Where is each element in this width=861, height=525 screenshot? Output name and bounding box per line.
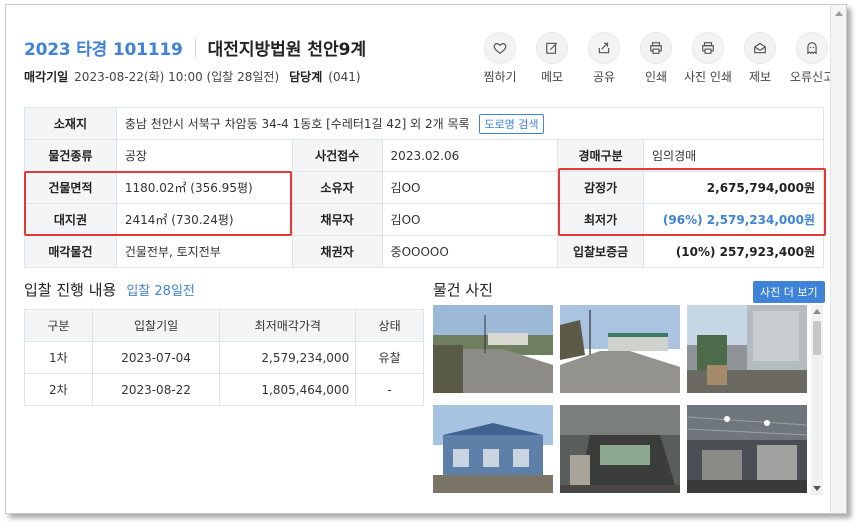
status-cell: - — [355, 373, 424, 406]
min-price-value: (96%) 2,579,234,000원 — [643, 203, 824, 236]
print-label: 인쇄 — [644, 70, 668, 84]
share-button[interactable]: 공유 — [578, 32, 630, 85]
mail-icon — [744, 32, 776, 64]
memo-icon — [536, 32, 568, 64]
memo-label: 메모 — [540, 70, 564, 84]
building-area-value: 1180.02㎡ (356.95평) — [115, 171, 293, 204]
case-number: 2023 타경 101119 — [24, 40, 183, 60]
share-label: 공유 — [592, 70, 616, 84]
property-photo[interactable] — [433, 405, 553, 493]
date-cell: 2023-07-04 — [91, 341, 221, 374]
photo-print-button[interactable]: 사진 인쇄 — [682, 32, 734, 85]
sale-item-label: 매각물건 — [24, 235, 117, 268]
photo-scrollbar[interactable] — [811, 305, 823, 495]
property-photo[interactable] — [687, 405, 807, 493]
window-scrollbar[interactable] — [830, 5, 846, 513]
property-photo[interactable] — [433, 305, 553, 393]
auction-detail-window: 2023 타경 101119 대전지방법원 천안9계 매각기일 2023-08-… — [5, 4, 847, 514]
photo-print-icon — [692, 32, 724, 64]
table-row: 매각물건 건물전부, 토지전부 채권자 중OOOOO 입찰보증금 (10%) 2… — [24, 235, 824, 268]
owner-label: 소유자 — [291, 171, 383, 204]
received-value: 2023.02.06 — [381, 139, 559, 172]
building-area-label: 건물면적 — [24, 171, 117, 204]
deposit-label: 입찰보증금 — [557, 235, 645, 268]
type-label: 물건종류 — [24, 139, 117, 172]
property-photo[interactable] — [560, 305, 680, 393]
dept-value: (041) — [328, 69, 361, 84]
price-cell: 2,579,234,000 — [219, 341, 357, 374]
land-label: 대지권 — [24, 203, 117, 236]
sale-info-row: 매각기일 2023-08-22(화) 10:00 (입찰 28일전) 담당계 (… — [24, 68, 361, 85]
debtor-label: 채무자 — [291, 203, 383, 236]
auction-kind-value: 임의경매 — [643, 139, 824, 172]
location-label: 소재지 — [24, 107, 117, 140]
bid-section-title: 입찰 진행 내용 입찰 28일전 — [24, 279, 195, 300]
appraisal-value: 2,675,794,000원 — [643, 171, 824, 204]
report-label: 제보 — [748, 70, 772, 84]
heart-icon — [484, 32, 516, 64]
scroll-thumb[interactable] — [813, 321, 821, 355]
scroll-down-icon[interactable] — [813, 486, 821, 491]
received-label: 사건접수 — [291, 139, 383, 172]
sale-item-value: 건물전부, 토지전부 — [115, 235, 293, 268]
creditor-value: 중OOOOO — [381, 235, 559, 268]
road-search-button[interactable]: 도로명 검색 — [479, 113, 544, 134]
deposit-value: (10%) 257,923,400원 — [643, 235, 824, 268]
bid-subtitle: 입찰 28일전 — [126, 284, 195, 299]
bid-history-table: 구분 입찰기일 최저매각가격 상태 1차 2023-07-04 2,579,23… — [24, 309, 424, 406]
property-info-table: 소재지 충남 천안시 서북구 차암동 34-4 1동호 [수레터1길 42] 외… — [24, 107, 825, 268]
action-bar: 찜하기 메모 공유 인쇄 사진 인쇄 제보 오류신고 — [474, 32, 838, 85]
col-header: 구분 — [24, 309, 93, 342]
col-header: 상태 — [355, 309, 424, 342]
error-report-label: 오류신고 — [789, 70, 835, 84]
memo-button[interactable]: 메모 — [526, 32, 578, 85]
price-cell: 1,805,464,000 — [219, 373, 357, 406]
table-row: 2차 2023-08-22 1,805,464,000 - — [24, 373, 424, 406]
more-photos-button[interactable]: 사진 더 보기 — [753, 281, 825, 303]
status-cell: 유찰 — [355, 341, 424, 374]
land-value: 2414㎡ (730.24평) — [115, 203, 293, 236]
round-cell: 2차 — [24, 373, 93, 406]
table-row: 대지권 2414㎡ (730.24평) 채무자 김OO 최저가 (96%) 2,… — [24, 203, 824, 236]
sale-date-value: 2023-08-22(화) 10:00 (입찰 28일전) — [74, 70, 280, 84]
owner-value: 김OO — [381, 171, 559, 204]
auction-kind-label: 경매구분 — [557, 139, 645, 172]
table-row: 물건종류 공장 사건접수 2023.02.06 경매구분 임의경매 — [24, 139, 824, 172]
ghost-icon — [796, 32, 828, 64]
type-value: 공장 — [115, 139, 293, 172]
photo-print-label: 사진 인쇄 — [684, 70, 732, 84]
bid-title: 입찰 진행 내용 — [24, 281, 117, 299]
date-cell: 2023-08-22 — [91, 373, 221, 406]
title-divider — [194, 38, 196, 57]
print-icon — [640, 32, 672, 64]
photos-title: 물건 사진 — [433, 281, 493, 299]
scroll-up-icon[interactable] — [813, 309, 821, 314]
court-name: 대전지방법원 천안9계 — [207, 40, 367, 60]
share-icon — [588, 32, 620, 64]
creditor-label: 채권자 — [291, 235, 383, 268]
appraisal-label: 감정가 — [557, 171, 645, 204]
photo-grid — [433, 305, 826, 495]
debtor-value: 김OO — [381, 203, 559, 236]
table-row: 1차 2023-07-04 2,579,234,000 유찰 — [24, 341, 424, 374]
scroll-up-icon[interactable] — [835, 11, 843, 16]
table-row: 소재지 충남 천안시 서북구 차암동 34-4 1동호 [수레터1길 42] 외… — [24, 107, 825, 140]
round-cell: 1차 — [24, 341, 93, 374]
favorite-label: 찜하기 — [483, 70, 517, 84]
table-row: 건물면적 1180.02㎡ (356.95평) 소유자 김OO 감정가 2,67… — [24, 171, 824, 204]
property-photo[interactable] — [687, 305, 807, 393]
property-photo[interactable] — [560, 405, 680, 493]
min-price-label: 최저가 — [557, 203, 645, 236]
location-cell: 충남 천안시 서북구 차암동 34-4 1동호 [수레터1길 42] 외 2개 … — [115, 107, 825, 140]
location-value: 충남 천안시 서북구 차암동 34-4 1동호 [수레터1길 42] 외 2개 … — [124, 116, 470, 131]
print-button[interactable]: 인쇄 — [630, 32, 682, 85]
col-header: 최저매각가격 — [219, 309, 357, 342]
sale-date-label: 매각기일 — [24, 70, 69, 84]
table-header-row: 구분 입찰기일 최저매각가격 상태 — [24, 309, 424, 342]
favorite-button[interactable]: 찜하기 — [474, 32, 526, 85]
col-header: 입찰기일 — [91, 309, 221, 342]
dept-label: 담당계 — [289, 70, 323, 84]
title-row: 2023 타경 101119 대전지방법원 천안9계 — [24, 35, 366, 60]
report-button[interactable]: 제보 — [734, 32, 786, 85]
